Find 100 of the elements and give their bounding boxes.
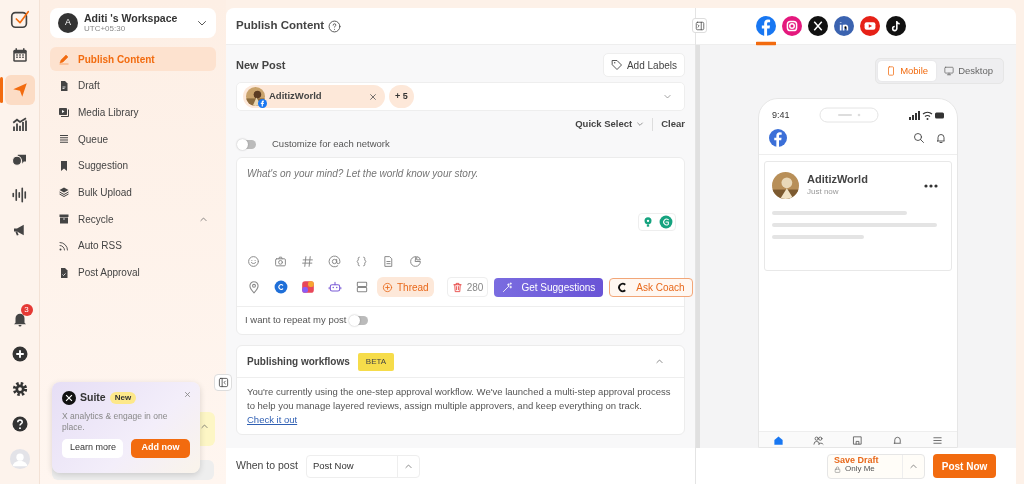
sidebar-item[interactable]: Auto RSS	[50, 233, 216, 258]
help-icon[interactable]	[10, 415, 29, 433]
view-mode-tab[interactable]: Desktop	[936, 61, 1001, 82]
rss-icon	[58, 239, 70, 252]
page-title: Publish Content	[236, 18, 325, 34]
pie-chart-icon[interactable]	[409, 254, 422, 268]
character-counter: 280	[446, 277, 489, 297]
sidebar-item[interactable]: Post Approval	[50, 260, 216, 285]
document-check-icon	[58, 266, 70, 279]
sidebar-item[interactable]: Queue	[50, 127, 216, 152]
waveform-icon	[10, 186, 29, 204]
robot-icon[interactable]	[328, 280, 342, 294]
post-time: Just now	[807, 186, 840, 199]
account-name: AditizWorld	[269, 89, 323, 104]
adobe-express-icon[interactable]	[301, 280, 315, 294]
search-icon	[913, 132, 925, 145]
facebook-logo-icon	[769, 129, 787, 148]
toggle-label: I want to repeat my post	[245, 313, 347, 328]
notch-drawing	[819, 107, 880, 124]
account-chip[interactable]: AditizWorld	[243, 85, 385, 108]
account-selector[interactable]: AditizWorld + 5	[236, 82, 685, 111]
workflow-description: You're currently using the one-step approval workflow. We've launched a multi-step approval process to help you manage layered reviews, assign multiple approvers, and keep everything on track. Check it out	[246, 385, 672, 427]
sidebar-item[interactable]: Bulk Upload	[50, 180, 216, 205]
avatar-initial: A	[58, 13, 78, 33]
bookmark-icon	[58, 159, 70, 172]
promo-text: X analytics & engage in one place.	[62, 410, 169, 434]
grammarly-widget[interactable]	[638, 213, 676, 231]
get-suggestions-button[interactable]: Get Suggestions	[494, 277, 604, 297]
timezone-label: UTC+05:30	[84, 24, 126, 34]
close-icon[interactable]	[184, 391, 191, 398]
archive-icon	[58, 213, 70, 226]
chevron-down-icon	[636, 120, 645, 128]
mention-icon[interactable]	[328, 254, 341, 268]
author-name: AditizWorld	[807, 173, 869, 187]
toggle-switch[interactable]	[350, 316, 369, 325]
document-icon[interactable]	[382, 254, 395, 268]
add-labels-button[interactable]: Add Labels	[602, 53, 685, 77]
magic-wand-icon	[502, 281, 514, 293]
quick-select-button[interactable]: Quick Select	[575, 116, 645, 132]
sidebar-item[interactable]: Draft	[50, 73, 216, 98]
notification-count: 3	[20, 304, 33, 316]
post-text-field[interactable]: What's on your mind? Let the world know your story.	[237, 158, 684, 236]
menu-icon[interactable]	[931, 435, 943, 446]
plus-circle-icon	[382, 281, 393, 293]
toggle-label: Customize for each network	[272, 136, 390, 151]
workspace-name: Aditi 's Workspace	[84, 12, 179, 25]
monitor-icon	[944, 66, 955, 77]
canva-icon[interactable]	[274, 280, 288, 294]
beta-badge: BETA	[357, 352, 395, 371]
x-logo-icon	[62, 390, 76, 405]
section-title: New Post	[236, 57, 286, 73]
marketplace-icon[interactable]	[852, 435, 864, 446]
more-icon[interactable]	[924, 183, 938, 188]
document-icon	[58, 79, 70, 92]
bell-icon	[935, 132, 947, 145]
expand-preview-button[interactable]	[692, 18, 707, 33]
friends-icon[interactable]	[812, 435, 824, 446]
schedule-select[interactable]: Post Now	[305, 454, 420, 478]
facebook-icon	[258, 99, 267, 108]
layout-icon[interactable]	[355, 280, 369, 294]
remove-icon[interactable]	[369, 92, 377, 101]
camera-icon[interactable]	[274, 254, 287, 268]
workspace-selector[interactable]: A Aditi 's Workspace UTC+05:30	[50, 8, 216, 38]
sidebar-item[interactable]: Recycle	[50, 207, 216, 232]
clear-button[interactable]: Clear	[661, 116, 685, 132]
home-icon[interactable]	[773, 435, 785, 446]
section-title: Publishing workflows	[247, 355, 350, 369]
sidebar-item[interactable]: Suggestion	[50, 153, 216, 178]
chevron-down-icon	[663, 92, 672, 101]
pen-icon	[58, 53, 70, 65]
list-icon	[58, 133, 70, 146]
toggle-switch[interactable]	[238, 139, 256, 149]
sidebar-item[interactable]: Media Library	[50, 100, 216, 125]
save-draft-button[interactable]: Save Draft Only Me	[827, 453, 925, 479]
add-icon[interactable]	[10, 345, 29, 363]
logo-icon[interactable]	[8, 8, 31, 30]
emoji-icon[interactable]	[247, 254, 260, 268]
settings-icon[interactable]	[10, 380, 29, 398]
status-icons-drawing	[909, 110, 945, 120]
hashtag-icon[interactable]	[301, 254, 314, 268]
learn-more-button[interactable]: Learn more	[62, 438, 123, 458]
trash-icon	[451, 281, 463, 293]
collapse-sidebar-button[interactable]	[214, 374, 232, 391]
tag-icon	[610, 59, 623, 71]
status-time: 9:41	[772, 108, 790, 122]
more-accounts-badge: + 5	[389, 85, 414, 108]
location-pin-icon[interactable]	[247, 280, 261, 294]
field-label: When to post	[236, 458, 298, 474]
media-icon	[58, 106, 70, 119]
panel-collapse-icon	[217, 377, 229, 388]
phone-icon	[886, 66, 897, 77]
check-it-out-link[interactable]: Check it out	[247, 413, 298, 425]
panel-expand-icon	[694, 20, 705, 31]
layers-icon	[58, 186, 70, 199]
chart-icon	[10, 116, 29, 134]
new-badge: New	[109, 391, 137, 404]
braces-icon[interactable]	[355, 254, 368, 268]
promo-title: Suite	[80, 390, 106, 405]
facebook-icon[interactable]	[756, 16, 776, 46]
grammarly-icon	[659, 215, 673, 229]
